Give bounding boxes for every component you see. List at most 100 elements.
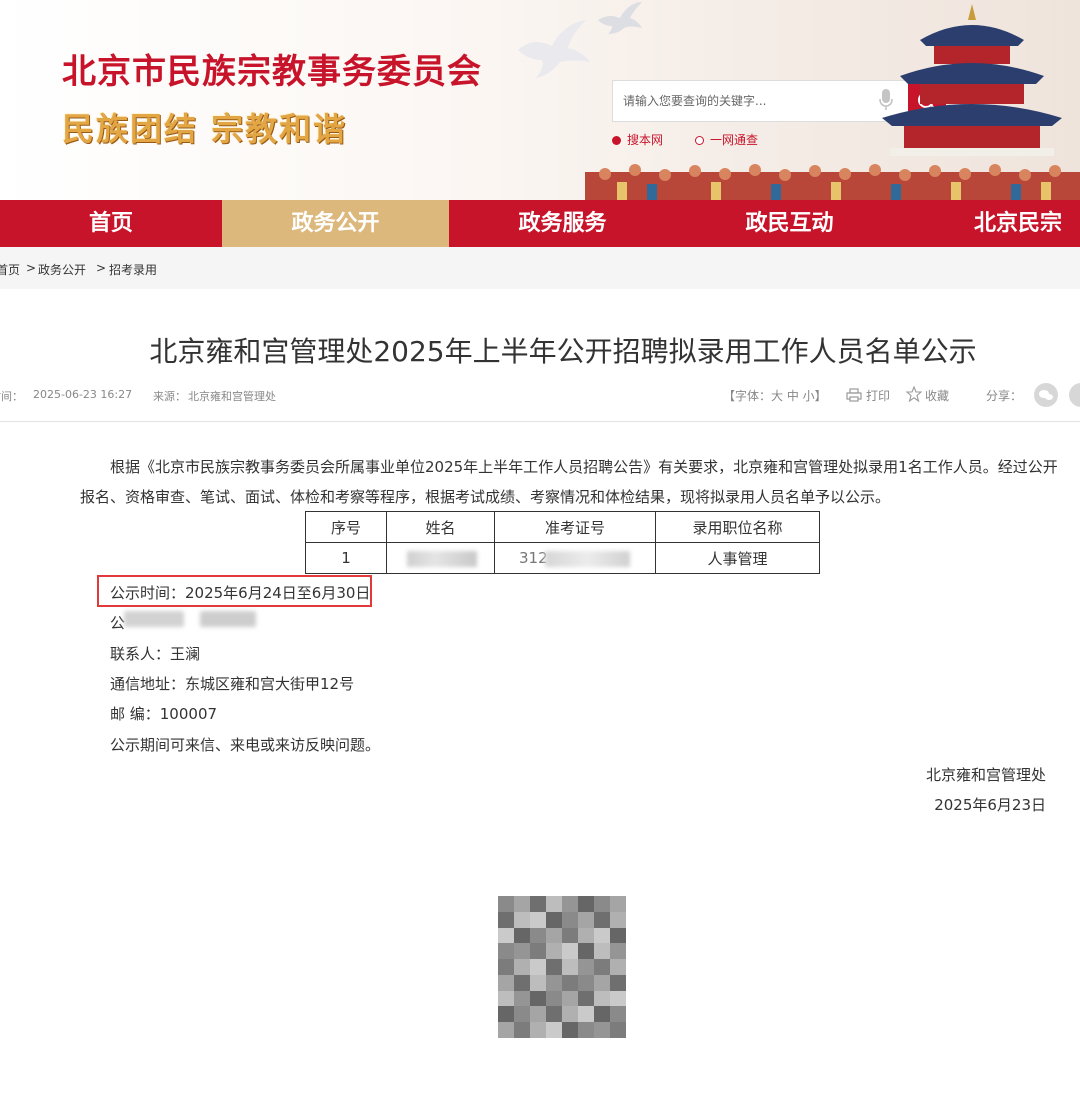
breadcrumb-government-affairs[interactable]: 政务公开 bbox=[38, 261, 86, 278]
favorite-button[interactable]: 收藏 bbox=[925, 387, 949, 404]
roster-table: 序号 姓名 准考证号 录用职位名称 1 312 人事管理 bbox=[305, 511, 820, 574]
table-cell-exam-number-redacted: 312 bbox=[494, 542, 656, 574]
breadcrumb-home[interactable]: 首页 bbox=[0, 261, 20, 278]
weibo-icon[interactable] bbox=[1069, 383, 1080, 407]
table-cell-position: 人事管理 bbox=[655, 542, 820, 574]
qr-pixel bbox=[562, 990, 578, 1007]
qr-pixel bbox=[498, 896, 514, 912]
font-size-switch[interactable]: 【字体：大 中 小】 bbox=[723, 387, 827, 404]
title-divider bbox=[0, 421, 1080, 422]
redacted-block bbox=[200, 611, 256, 627]
table-cell-name-redacted bbox=[386, 542, 495, 574]
site-slogan: 民族团结 宗教和谐 bbox=[62, 110, 348, 148]
temple-of-heaven-image bbox=[882, 4, 1062, 156]
article-title: 北京雍和宫管理处2025年上半年公开招聘拟录用工作人员名单公示 bbox=[149, 335, 977, 368]
qr-pixel bbox=[562, 959, 578, 975]
nav-item-home[interactable]: 首页 bbox=[0, 200, 222, 247]
source-value: 北京雍和宫管理处 bbox=[188, 390, 276, 403]
table-header: 序号 bbox=[305, 511, 387, 543]
scope-option-site[interactable]: 搜本网 bbox=[612, 131, 663, 148]
qr-pixel bbox=[610, 974, 626, 991]
qr-pixel bbox=[530, 911, 546, 928]
qr-pixel bbox=[594, 990, 610, 1007]
site-title[interactable]: 北京市民族宗教事务委员会 bbox=[62, 44, 482, 93]
qr-pixel bbox=[594, 959, 610, 975]
qr-pixel bbox=[610, 896, 626, 912]
dove-icon bbox=[518, 20, 590, 78]
qr-pixel bbox=[514, 974, 530, 991]
qr-pixel bbox=[594, 974, 610, 991]
qr-pixel bbox=[514, 896, 530, 912]
qr-pixel bbox=[562, 974, 578, 991]
breadcrumb-recruitment[interactable]: 招考录用 bbox=[109, 261, 157, 278]
nav-item-services[interactable]: 政务服务 bbox=[449, 200, 676, 247]
qr-pixel bbox=[514, 1022, 530, 1038]
postcode: 邮 编：100007 bbox=[110, 705, 218, 723]
qr-pixel bbox=[530, 959, 546, 975]
qr-pixel bbox=[514, 1006, 530, 1023]
qr-pixel bbox=[514, 927, 530, 944]
dove-small-icon bbox=[598, 2, 642, 34]
qr-pixel bbox=[594, 927, 610, 944]
table-header-row: 序号 姓名 准考证号 录用职位名称 bbox=[305, 511, 820, 543]
nav-item-beijing-minzong[interactable]: 北京民宗 bbox=[903, 200, 1080, 247]
qr-pixel bbox=[498, 943, 514, 960]
phone-line-redacted: 公 bbox=[110, 614, 126, 632]
qr-pixel bbox=[498, 927, 514, 944]
search-input[interactable] bbox=[613, 81, 883, 121]
qr-pixel bbox=[546, 959, 562, 975]
qr-pixel bbox=[530, 990, 546, 1007]
breadcrumb: 首页 > 政务公开 > 招考录用 bbox=[0, 247, 1080, 289]
table-header: 准考证号 bbox=[494, 511, 656, 543]
share-label: 分享： bbox=[986, 389, 1023, 403]
qr-pixel bbox=[562, 896, 578, 912]
qr-pixel bbox=[594, 896, 610, 912]
qr-pixel bbox=[578, 896, 594, 912]
nav-item-government-affairs[interactable]: 政务公开 bbox=[222, 200, 449, 247]
qr-pixel bbox=[578, 959, 594, 975]
signature-organization: 北京雍和宫管理处 bbox=[925, 766, 1046, 784]
qr-pixel bbox=[546, 1006, 562, 1023]
qr-pixel bbox=[546, 990, 562, 1007]
qr-pixel bbox=[594, 911, 610, 928]
qr-pixel bbox=[530, 927, 546, 944]
publish-time-label: 时间： bbox=[0, 390, 23, 403]
qr-pixel bbox=[562, 1022, 578, 1038]
qr-pixel bbox=[498, 1022, 514, 1038]
qr-pixel bbox=[610, 943, 626, 960]
qr-pixel bbox=[514, 990, 530, 1007]
qr-pixel bbox=[530, 974, 546, 991]
breadcrumb-separator: > bbox=[26, 261, 37, 275]
qr-pixel bbox=[578, 927, 594, 944]
qr-pixel bbox=[498, 990, 514, 1007]
qr-pixel bbox=[530, 1022, 546, 1038]
qr-pixel bbox=[498, 1006, 514, 1023]
source-label: 来源： bbox=[153, 390, 186, 403]
print-icon[interactable] bbox=[846, 388, 862, 402]
qr-pixel bbox=[530, 896, 546, 912]
scope-option-all[interactable]: 一网通查 bbox=[695, 131, 758, 148]
qr-pixel bbox=[578, 911, 594, 928]
qr-pixel bbox=[530, 943, 546, 960]
qr-pixel bbox=[546, 896, 562, 912]
contact-person: 联系人：王澜 bbox=[110, 645, 201, 663]
qr-pixel bbox=[594, 943, 610, 960]
table-cell-index: 1 bbox=[305, 542, 387, 574]
qr-pixel bbox=[498, 911, 514, 928]
radio-selected-icon bbox=[612, 136, 621, 145]
table-header: 姓名 bbox=[386, 511, 495, 543]
print-button[interactable]: 打印 bbox=[866, 387, 890, 404]
qr-pixel bbox=[498, 959, 514, 975]
qr-pixel bbox=[594, 1006, 610, 1023]
intro-paragraph: 根据《北京市民族宗教事务委员会所属事业单位2025年上半年工作人员招聘公告》有关… bbox=[80, 458, 1058, 506]
nav-item-interaction[interactable]: 政民互动 bbox=[676, 200, 903, 247]
qr-pixel bbox=[514, 943, 530, 960]
qr-pixel bbox=[514, 911, 530, 928]
table-header: 录用职位名称 bbox=[655, 511, 820, 543]
qr-pixel bbox=[610, 911, 626, 928]
qr-pixel bbox=[498, 974, 514, 991]
qr-pixel bbox=[562, 1006, 578, 1023]
wechat-icon[interactable] bbox=[1034, 383, 1058, 407]
star-icon[interactable] bbox=[906, 386, 922, 402]
qr-pixel bbox=[562, 927, 578, 944]
